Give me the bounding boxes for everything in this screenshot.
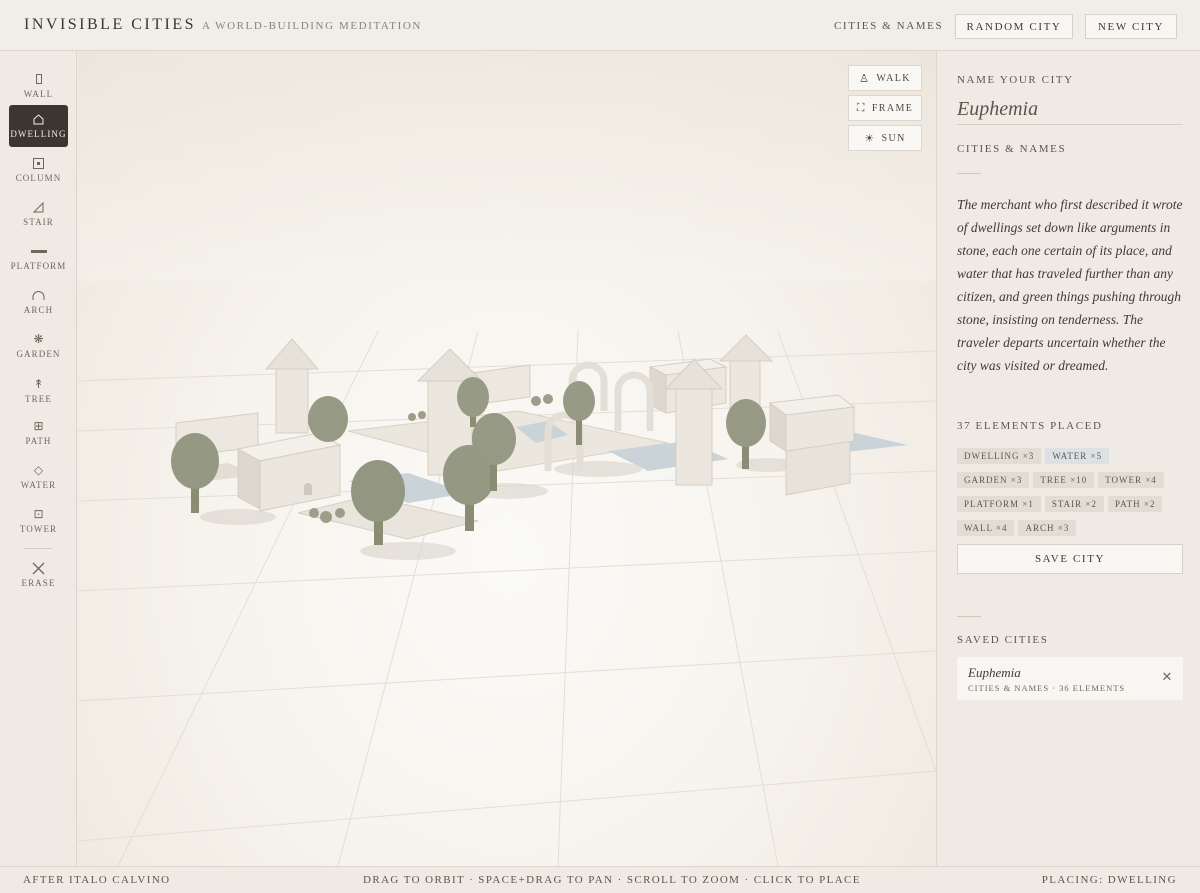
element-tags: DWELLING ×3 WATER ×5 GARDEN ×3 TREE ×10 TOW… xyxy=(957,444,1187,540)
tool-label: PATH xyxy=(25,436,52,446)
city-name-label: NAME YOUR CITY xyxy=(957,74,1074,86)
tool-label: STAIR xyxy=(23,217,54,227)
tag-stair: STAIR ×2 xyxy=(1044,496,1104,512)
tool-garden[interactable]: ❋ GARDEN xyxy=(9,325,68,367)
tag-dwelling: DWELLING ×3 xyxy=(957,448,1042,464)
sun-button[interactable]: ☀ SUN xyxy=(848,125,922,151)
tag-wall: WALL ×4 xyxy=(957,520,1015,536)
cities-names-link[interactable]: CITIES & NAMES xyxy=(834,20,943,32)
tool-water[interactable]: ◇ WATER xyxy=(9,456,68,498)
tag-tower: TOWER ×4 xyxy=(1098,472,1164,488)
tool-palette: WALL DWELLING COLUMN STAIR PLATFORM ARCH… xyxy=(0,51,77,866)
tag-path: PATH ×2 xyxy=(1107,496,1163,512)
tree-icon: ↟ xyxy=(33,377,44,391)
tool-stair[interactable]: STAIR xyxy=(9,193,68,235)
tag-platform: PLATFORM ×1 xyxy=(957,496,1041,512)
tool-label: GARDEN xyxy=(16,349,61,359)
city-viewport[interactable]: ♙ WALK ⛶ FRAME ☀ SUN xyxy=(78,51,936,866)
tag-water: WATER ×5 xyxy=(1045,448,1110,464)
walk-icon: ♙ xyxy=(859,71,871,85)
arch-icon xyxy=(32,287,45,303)
tool-label: DWELLING xyxy=(10,129,67,139)
saved-city-name: Euphemia xyxy=(968,665,1021,680)
city-description: The merchant who first described it wrot… xyxy=(957,197,1183,373)
app-subtitle: A WORLD-BUILDING MEDITATION xyxy=(202,20,422,32)
column-icon xyxy=(33,155,44,171)
placing-status: PLACING: DWELLING xyxy=(1041,874,1177,886)
wall-icon xyxy=(35,71,42,87)
city-scene[interactable] xyxy=(78,51,936,866)
tool-path[interactable]: ⊞ PATH xyxy=(9,412,68,454)
water-icon: ◇ xyxy=(33,463,44,477)
tool-wall[interactable]: WALL xyxy=(9,65,68,107)
platform-icon xyxy=(30,243,47,259)
tool-label: ARCH xyxy=(23,305,54,315)
tag-garden: GARDEN ×3 xyxy=(957,472,1030,488)
close-icon xyxy=(32,560,45,576)
walk-label: WALK xyxy=(876,72,911,84)
tool-erase[interactable]: ERASE xyxy=(9,554,68,596)
close-icon[interactable]: ✕ xyxy=(1159,669,1175,685)
random-city-button[interactable]: RANDOM CITY xyxy=(955,14,1073,39)
tool-label: PLATFORM xyxy=(10,261,67,271)
sun-icon: ☀ xyxy=(864,131,876,145)
tool-arch[interactable]: ARCH xyxy=(9,281,68,323)
saved-city-meta: CITIES & NAMES · 36 ELEMENTS xyxy=(968,683,1126,693)
elements-count: 37 ELEMENTS PLACED xyxy=(957,420,1103,432)
footer-credit: AFTER ITALO CALVINO xyxy=(23,874,171,886)
frame-button[interactable]: ⛶ FRAME xyxy=(848,95,922,121)
city-name-field[interactable] xyxy=(957,95,1183,125)
city-panel: NAME YOUR CITY CITIES & NAMES The mercha… xyxy=(936,51,1200,866)
tag-tree: TREE ×10 xyxy=(1033,472,1095,488)
tool-label: COLUMN xyxy=(15,173,62,183)
tool-dwelling[interactable]: DWELLING xyxy=(9,105,68,147)
garden-icon: ❋ xyxy=(33,332,44,346)
tool-column[interactable]: COLUMN xyxy=(9,149,68,191)
path-icon: ⊞ xyxy=(33,419,44,433)
app-header: INVISIBLE CITIES A WORLD-BUILDING MEDITA… xyxy=(0,0,1200,51)
tool-tree[interactable]: ↟ TREE xyxy=(9,370,68,412)
sky-haze xyxy=(78,51,936,281)
app-title: INVISIBLE CITIES xyxy=(24,16,196,33)
house-icon xyxy=(33,111,44,127)
frame-icon: ⛶ xyxy=(856,101,866,114)
tool-label: ERASE xyxy=(21,578,56,588)
tool-label: WALL xyxy=(23,89,54,99)
tool-label: TREE xyxy=(25,394,52,404)
saved-cities-label: SAVED CITIES xyxy=(957,634,1049,646)
section-rule xyxy=(957,616,981,617)
toolbar-divider xyxy=(24,548,52,549)
tower-icon: ⊡ xyxy=(33,507,44,521)
walk-button[interactable]: ♙ WALK xyxy=(848,65,922,91)
saved-city-item[interactable]: Euphemia CITIES & NAMES · 36 ELEMENTS ✕ xyxy=(957,657,1183,700)
tool-tower[interactable]: ⊡ TOWER xyxy=(9,500,68,542)
tool-platform[interactable]: PLATFORM xyxy=(9,237,68,279)
status-bar: AFTER ITALO CALVINO DRAG TO ORBIT · SPAC… xyxy=(0,866,1200,893)
new-city-button[interactable]: NEW CITY xyxy=(1085,14,1177,39)
save-city-button[interactable]: SAVE CITY xyxy=(957,544,1183,574)
tag-arch: ARCH ×3 xyxy=(1018,520,1077,536)
sun-label: SUN xyxy=(881,132,906,144)
stair-icon xyxy=(33,199,44,215)
section-rule xyxy=(957,173,981,174)
city-category: CITIES & NAMES xyxy=(957,143,1067,155)
frame-label: FRAME xyxy=(871,102,914,114)
footer-hints: DRAG TO ORBIT · SPACE+DRAG TO PAN · SCRO… xyxy=(363,874,861,886)
tool-label: TOWER xyxy=(19,524,58,534)
tool-label: WATER xyxy=(20,480,57,490)
